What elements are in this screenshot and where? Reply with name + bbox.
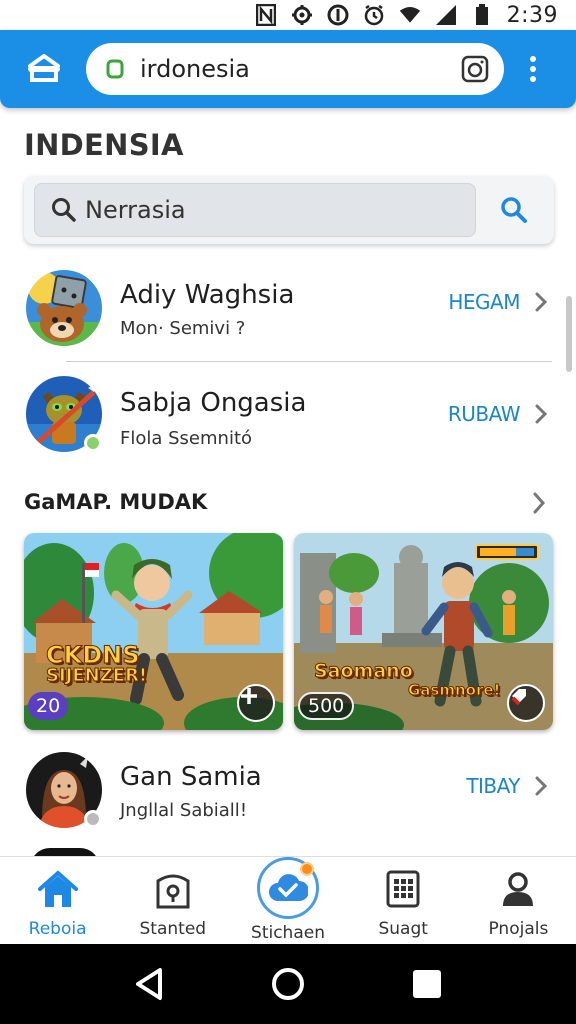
item-name: Gan Samia <box>120 762 262 792</box>
chevron-right-icon[interactable] <box>534 404 548 424</box>
plus-icon[interactable] <box>237 684 275 722</box>
card-title-line2: Gasmnore! <box>407 681 501 700</box>
cloud-check-icon <box>257 857 319 919</box>
nav-label: Stichaen <box>251 923 325 943</box>
more-vert-icon[interactable] <box>518 47 548 91</box>
n-notification-icon <box>255 4 277 26</box>
url-text[interactable]: irdonesia <box>140 55 460 83</box>
search-icon <box>501 197 528 223</box>
browser-toolbar: irdonesia <box>0 30 576 108</box>
sync-notification-icon <box>327 4 349 26</box>
item-subtitle: Jngllal Sabiall! <box>120 800 248 821</box>
card-title-line1: Saomano <box>314 660 414 683</box>
battery-icon <box>471 4 493 26</box>
nav-item-home[interactable]: Reboia <box>0 857 115 944</box>
status-bar: 2:39 <box>0 0 576 30</box>
recents-icon[interactable] <box>407 964 447 1004</box>
address-bar[interactable]: irdonesia <box>86 43 504 95</box>
cat-warrior-avatar <box>24 374 104 454</box>
nav-label: Pnojals <box>488 919 549 939</box>
online-indicator <box>84 434 102 452</box>
search-field[interactable] <box>34 183 477 237</box>
item-action[interactable]: RUBAW <box>448 402 521 426</box>
chevron-right-icon[interactable] <box>534 292 548 312</box>
list-item[interactable]: Adiy Waghsia Mon· Semivi ? HEGAM <box>0 258 576 358</box>
settings-notification-icon <box>291 4 313 26</box>
nav-item-stanted[interactable]: Stanted <box>115 857 230 944</box>
back-icon[interactable] <box>129 964 169 1004</box>
grid-icon <box>381 867 425 911</box>
nav-item-pnojals[interactable]: Pnojals <box>461 857 576 944</box>
wifi-icon <box>399 4 421 26</box>
bear-dice-avatar <box>24 268 104 348</box>
signal-icon <box>435 4 457 26</box>
search-input[interactable] <box>85 196 445 224</box>
nav-item-stichaen[interactable]: Stichaen <box>230 857 345 944</box>
item-name: Adiy Waghsia <box>120 280 295 310</box>
card-title-line2: SIJENZER! <box>45 665 148 687</box>
list-item[interactable]: Sabja Ongasia Flola Ssemnitό RUBAW <box>0 366 576 466</box>
item-subtitle: Flola Ssemnitό <box>120 428 253 449</box>
search-icon <box>51 196 79 224</box>
chevron-right-icon[interactable] <box>532 492 546 514</box>
online-indicator <box>84 810 102 828</box>
bottom-navigation: Reboia Stanted Stichaen Suagt Pnojals <box>0 856 576 944</box>
item-name: Sabja Ongasia <box>120 388 307 418</box>
lock-book-icon <box>151 867 195 911</box>
status-time: 2:39 <box>506 2 558 28</box>
list-item[interactable]: Gan Samia Jngllal Sabiall! TIBAY <box>0 740 576 840</box>
tag-icon[interactable] <box>507 684 545 722</box>
search-button[interactable] <box>484 183 544 237</box>
item-action[interactable]: TIBAY <box>466 774 520 798</box>
card-badge: 500 <box>298 692 355 720</box>
lock-icon <box>104 58 126 80</box>
item-subtitle: Mon· Semivi ? <box>120 318 246 339</box>
nav-label: Suagt <box>378 919 428 939</box>
item-action[interactable]: HEGAM <box>448 290 520 314</box>
page-title: INDENSIA <box>24 128 184 162</box>
search-bar <box>24 176 554 244</box>
home-icon[interactable] <box>22 47 66 91</box>
chevron-right-icon[interactable] <box>534 776 548 796</box>
app-root: 2:39 irdonesia INDENSIA Nerrasia Adiy Wa… <box>0 0 576 1024</box>
card-badge: 20 <box>28 692 69 720</box>
home-icon <box>36 867 80 911</box>
section-title: GaMAP. MUDAK <box>24 490 208 514</box>
home-circle-icon[interactable] <box>268 964 308 1004</box>
divider <box>66 361 552 362</box>
alarm-icon <box>363 4 385 26</box>
system-navigation-bar <box>0 944 576 1024</box>
notification-dot <box>300 862 314 876</box>
nav-label: Reboia <box>28 919 87 939</box>
woman-avatar <box>24 750 104 830</box>
nav-label: Stanted <box>139 919 207 939</box>
nav-item-suagt[interactable]: Suagt <box>346 857 461 944</box>
scrollbar[interactable] <box>566 296 572 372</box>
camera-icon[interactable] <box>460 54 490 84</box>
game-card[interactable]: CKDNS SIJENZER! 20 <box>24 533 283 730</box>
game-card[interactable]: Saomano Gasmnore! 500 <box>294 533 553 730</box>
person-icon <box>496 867 540 911</box>
